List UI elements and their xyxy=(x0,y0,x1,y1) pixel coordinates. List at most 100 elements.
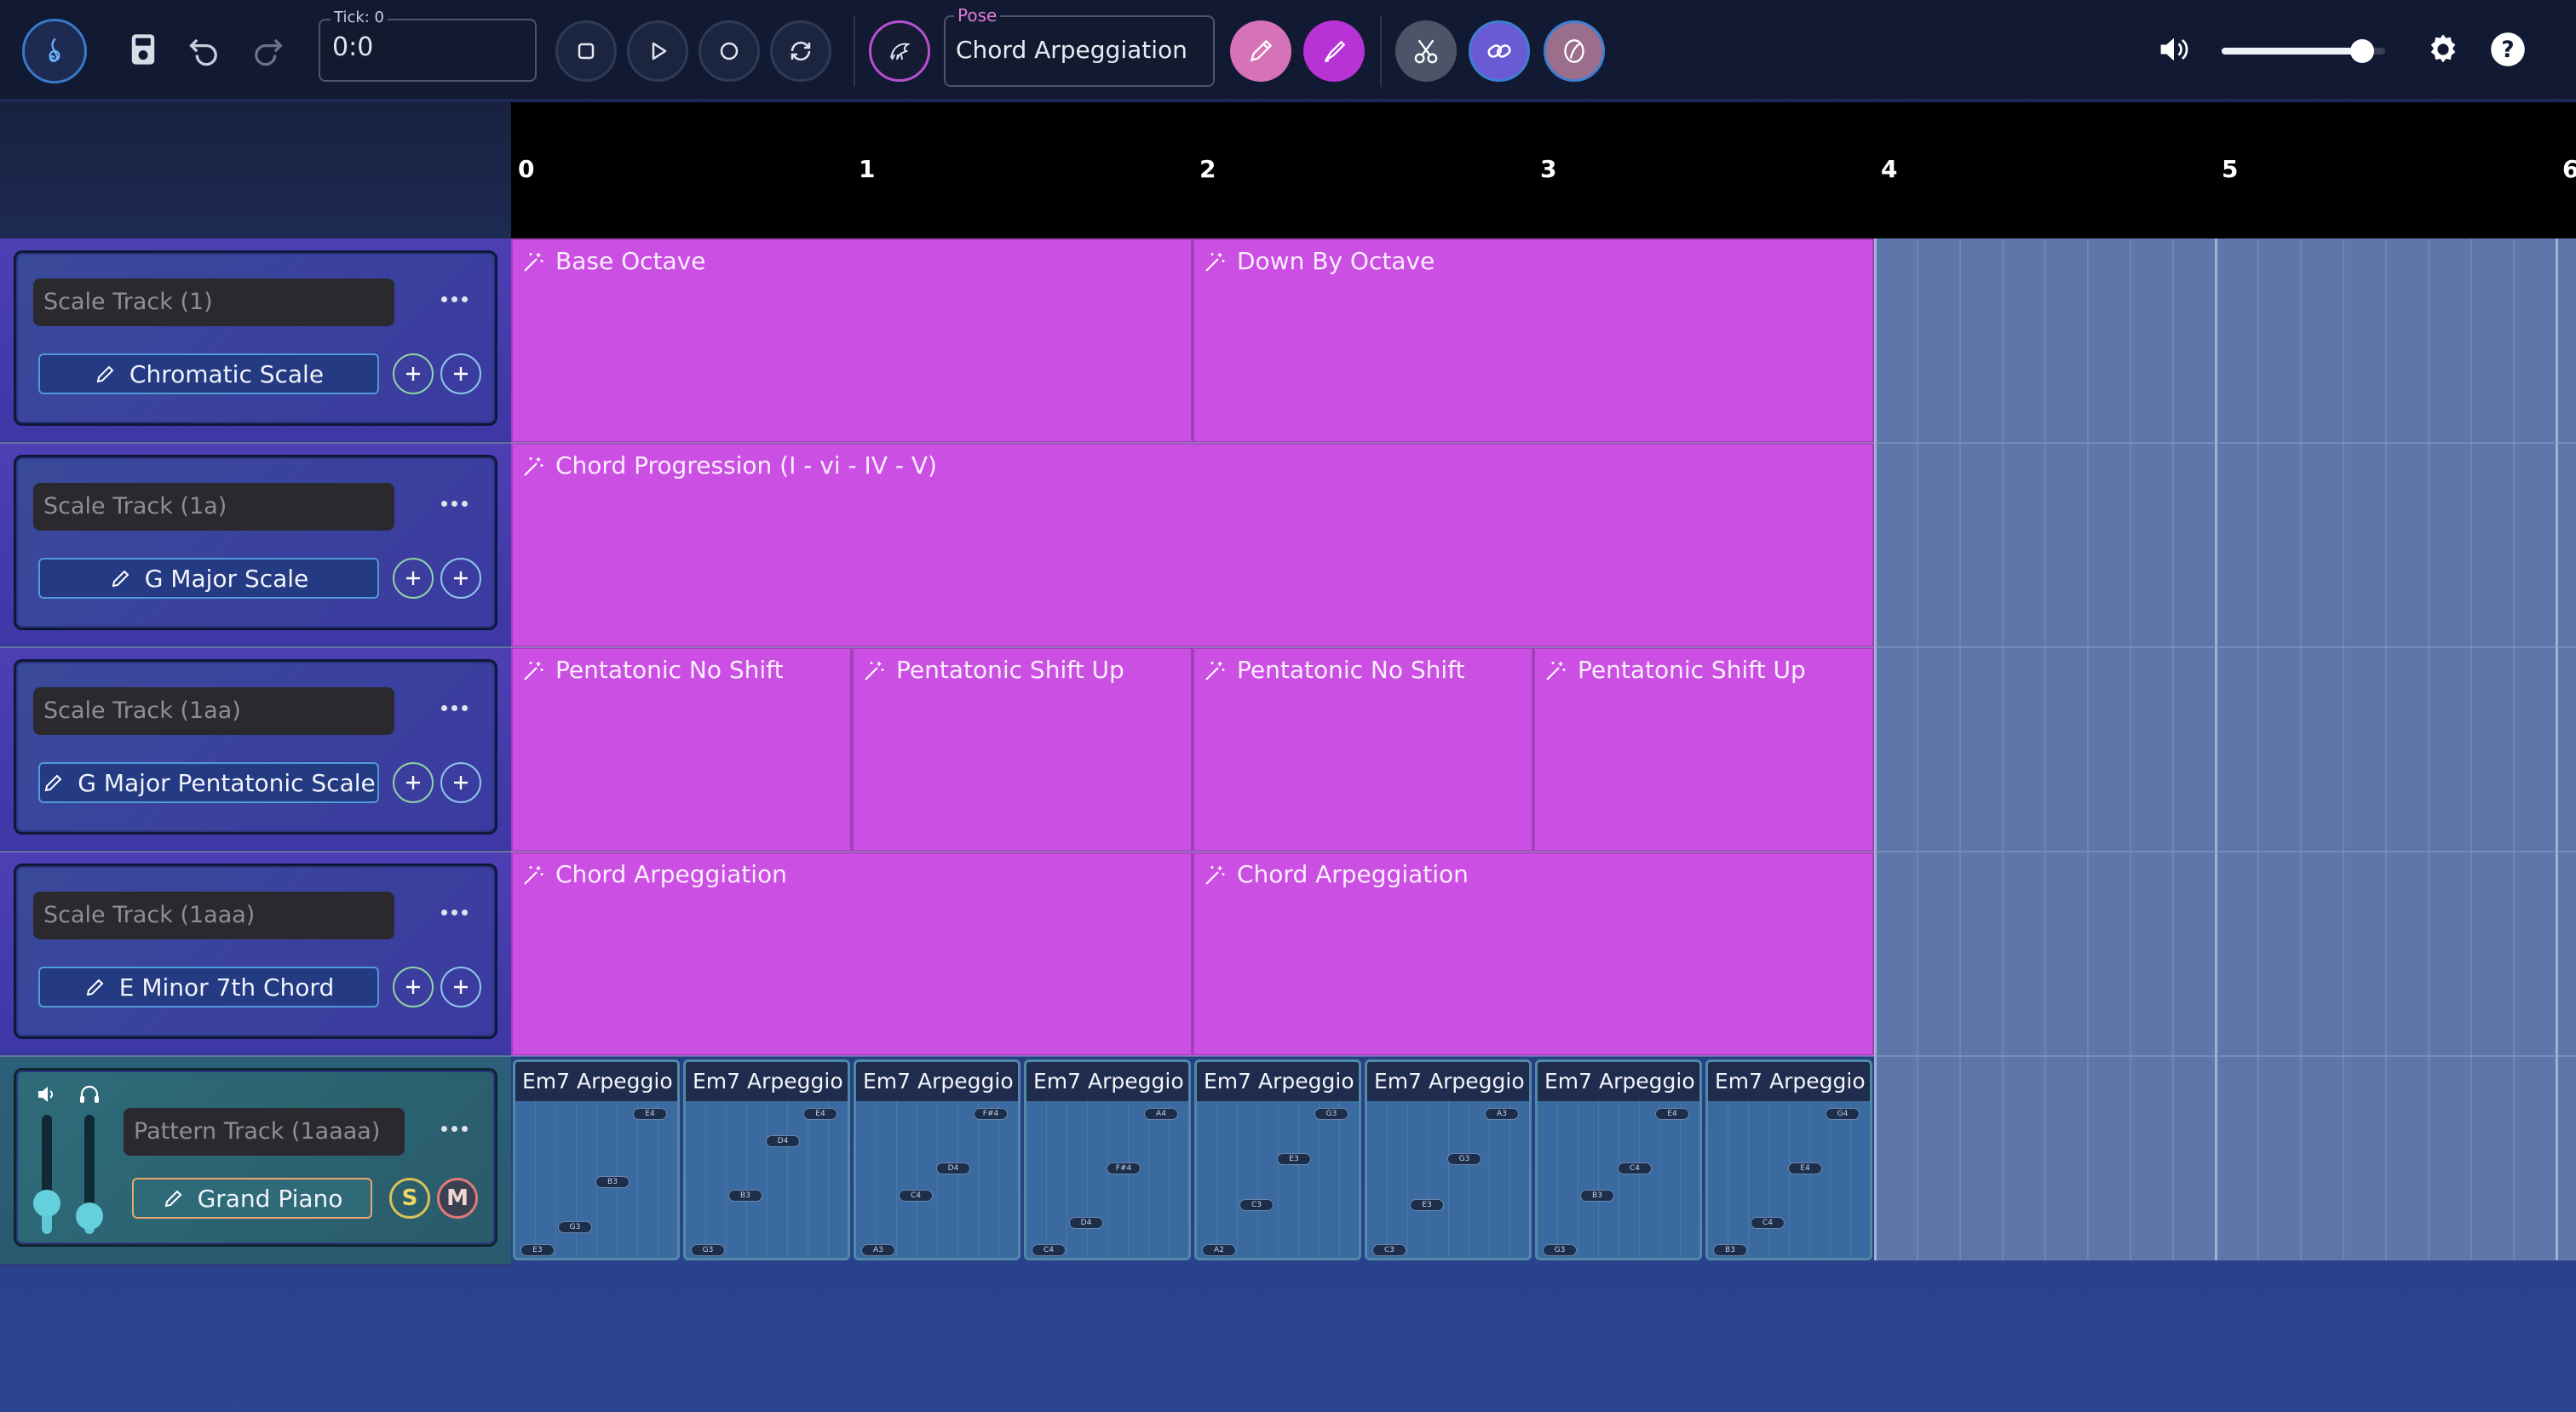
note-block[interactable]: D4 xyxy=(766,1135,800,1147)
note-block[interactable]: A3 xyxy=(1485,1108,1519,1120)
loop-button[interactable] xyxy=(770,20,831,82)
add-scale-track-button[interactable] xyxy=(393,353,434,394)
note-block[interactable]: G3 xyxy=(1447,1153,1481,1166)
instrument-button[interactable]: G Major Pentatonic Scale xyxy=(38,762,379,803)
add-pattern-track-button[interactable] xyxy=(440,353,481,394)
note-block[interactable]: D4 xyxy=(1069,1217,1103,1229)
track-more-button[interactable] xyxy=(434,284,474,314)
pose-value[interactable]: Chord Arpeggiation xyxy=(956,36,1187,64)
note-block[interactable]: C3 xyxy=(1239,1198,1274,1211)
pattern-clip[interactable]: Em7 Arpeggio C3 E3 G3 A3 xyxy=(1365,1059,1532,1260)
note-block[interactable]: G4 xyxy=(1826,1108,1860,1120)
add-pattern-track-button[interactable] xyxy=(440,558,481,599)
scale-clip[interactable]: Chord Arpeggiation xyxy=(511,852,1193,1056)
pencil-icon[interactable] xyxy=(1230,20,1291,82)
solo-button[interactable]: S xyxy=(389,1178,430,1219)
pose-icon[interactable] xyxy=(869,20,930,82)
note-block[interactable]: G3 xyxy=(1543,1244,1577,1256)
transpose-icon[interactable] xyxy=(1544,20,1605,82)
add-pattern-track-button[interactable] xyxy=(440,762,481,803)
link-icon[interactable] xyxy=(1469,20,1530,82)
track-more-button[interactable] xyxy=(434,692,474,723)
note-block[interactable]: C4 xyxy=(1751,1217,1785,1229)
note-block[interactable]: A2 xyxy=(1202,1244,1236,1256)
note-block[interactable]: A3 xyxy=(861,1244,895,1256)
help-icon[interactable]: ? xyxy=(2489,31,2527,68)
pattern-clip[interactable]: Em7 Arpeggio C4 D4 F#4 A4 xyxy=(1024,1059,1191,1260)
note-block[interactable]: E3 xyxy=(1277,1153,1311,1166)
note-block[interactable]: E3 xyxy=(1410,1198,1444,1211)
note-block[interactable]: B3 xyxy=(728,1190,762,1202)
pattern-clip[interactable]: Em7 Arpeggio E3 G3 B3 E4 xyxy=(513,1059,680,1260)
instrument-button[interactable]: E Minor 7th Chord xyxy=(38,967,379,1007)
scale-clip[interactable]: Chord Arpeggiation xyxy=(1193,852,1874,1056)
track-more-button[interactable] xyxy=(434,897,474,927)
track-pan-knob[interactable] xyxy=(76,1202,103,1230)
pattern-clip[interactable]: Em7 Arpeggio G3 B3 D4 E4 xyxy=(683,1059,850,1260)
treble-clef-icon[interactable] xyxy=(22,19,87,83)
track-name-field[interactable]: Scale Track (1aa) xyxy=(33,687,394,735)
scale-clip[interactable]: Down By Octave xyxy=(1193,238,1874,443)
add-scale-track-button[interactable] xyxy=(393,967,434,1007)
track-name-field[interactable]: Scale Track (1a) xyxy=(33,483,394,531)
note-block[interactable]: B3 xyxy=(1580,1190,1614,1202)
add-pattern-track-button[interactable] xyxy=(440,967,481,1007)
scale-clip[interactable]: Chord Progression (I - vi - IV - V) xyxy=(511,443,1874,647)
note-block[interactable]: C4 xyxy=(1032,1244,1066,1256)
scale-clip[interactable]: Pentatonic No Shift xyxy=(511,647,852,852)
note-block[interactable]: F#4 xyxy=(1107,1162,1141,1174)
note-block[interactable]: C4 xyxy=(1618,1162,1652,1174)
track-name-field[interactable]: Pattern Track (1aaaa) xyxy=(124,1108,405,1156)
note-block[interactable]: F#4 xyxy=(974,1108,1008,1120)
tick-value[interactable]: 0:0 xyxy=(332,32,373,62)
scale-clip[interactable]: Pentatonic No Shift xyxy=(1193,647,1533,852)
instrument-button[interactable]: G Major Scale xyxy=(38,558,379,599)
scale-clip[interactable]: Pentatonic Shift Up xyxy=(1533,647,1874,852)
pattern-clip[interactable]: Em7 Arpeggio G3 B3 C4 E4 xyxy=(1535,1059,1702,1260)
note-block[interactable]: E4 xyxy=(1788,1162,1822,1174)
track-name-field[interactable]: Scale Track (1) xyxy=(33,278,394,326)
note-block[interactable]: B3 xyxy=(595,1176,630,1188)
add-scale-track-button[interactable] xyxy=(393,558,434,599)
record-button[interactable] xyxy=(699,20,760,82)
brush-icon[interactable] xyxy=(1303,20,1365,82)
note-block[interactable]: D4 xyxy=(936,1162,970,1174)
pattern-clip[interactable]: Em7 Arpeggio A3 C4 D4 F#4 xyxy=(854,1059,1021,1260)
timeline-ruler[interactable]: 0 1 2 3 4 5 6 xyxy=(511,102,2576,238)
master-volume-slider[interactable] xyxy=(2222,39,2385,63)
master-volume-knob[interactable] xyxy=(2350,39,2375,63)
note-block[interactable]: G3 xyxy=(691,1244,725,1256)
note-block[interactable]: G3 xyxy=(1314,1108,1348,1120)
stop-button[interactable] xyxy=(555,20,617,82)
note-block[interactable]: B3 xyxy=(1713,1244,1747,1256)
mute-button[interactable]: M xyxy=(437,1178,478,1219)
track-name-field[interactable]: Scale Track (1aaa) xyxy=(33,892,394,939)
volume-icon[interactable] xyxy=(2155,31,2193,68)
pattern-clip[interactable]: Em7 Arpeggio B3 C4 E4 G4 xyxy=(1705,1059,1872,1260)
note-block[interactable]: A4 xyxy=(1144,1108,1178,1120)
note-block[interactable]: E4 xyxy=(633,1108,667,1120)
undo-icon[interactable] xyxy=(186,31,223,68)
instrument-button[interactable]: Grand Piano xyxy=(132,1178,372,1219)
note-block[interactable]: C3 xyxy=(1372,1244,1406,1256)
instrument-button[interactable]: Chromatic Scale xyxy=(38,353,379,394)
scissors-icon[interactable] xyxy=(1395,20,1457,82)
track-more-button[interactable] xyxy=(434,1113,474,1144)
note-block[interactable]: E4 xyxy=(803,1108,837,1120)
track-volume-knob[interactable] xyxy=(33,1189,60,1217)
note-block[interactable]: E4 xyxy=(1655,1108,1689,1120)
scale-clip[interactable]: Pentatonic Shift Up xyxy=(852,647,1193,852)
note-block[interactable]: E3 xyxy=(520,1244,555,1256)
settings-icon[interactable] xyxy=(2424,31,2462,68)
add-scale-track-button[interactable] xyxy=(393,762,434,803)
redo-icon[interactable] xyxy=(249,31,286,68)
play-button[interactable] xyxy=(627,20,688,82)
clip-title: Base Octave xyxy=(555,247,706,275)
save-icon[interactable] xyxy=(124,31,162,68)
note-block[interactable]: C4 xyxy=(899,1190,933,1202)
track-more-button[interactable] xyxy=(434,488,474,519)
pattern-clip[interactable]: Em7 Arpeggio A2 C3 E3 G3 xyxy=(1194,1059,1361,1260)
pencil-icon xyxy=(112,570,129,588)
scale-clip[interactable]: Base Octave xyxy=(511,238,1193,443)
note-block[interactable]: G3 xyxy=(558,1221,592,1234)
